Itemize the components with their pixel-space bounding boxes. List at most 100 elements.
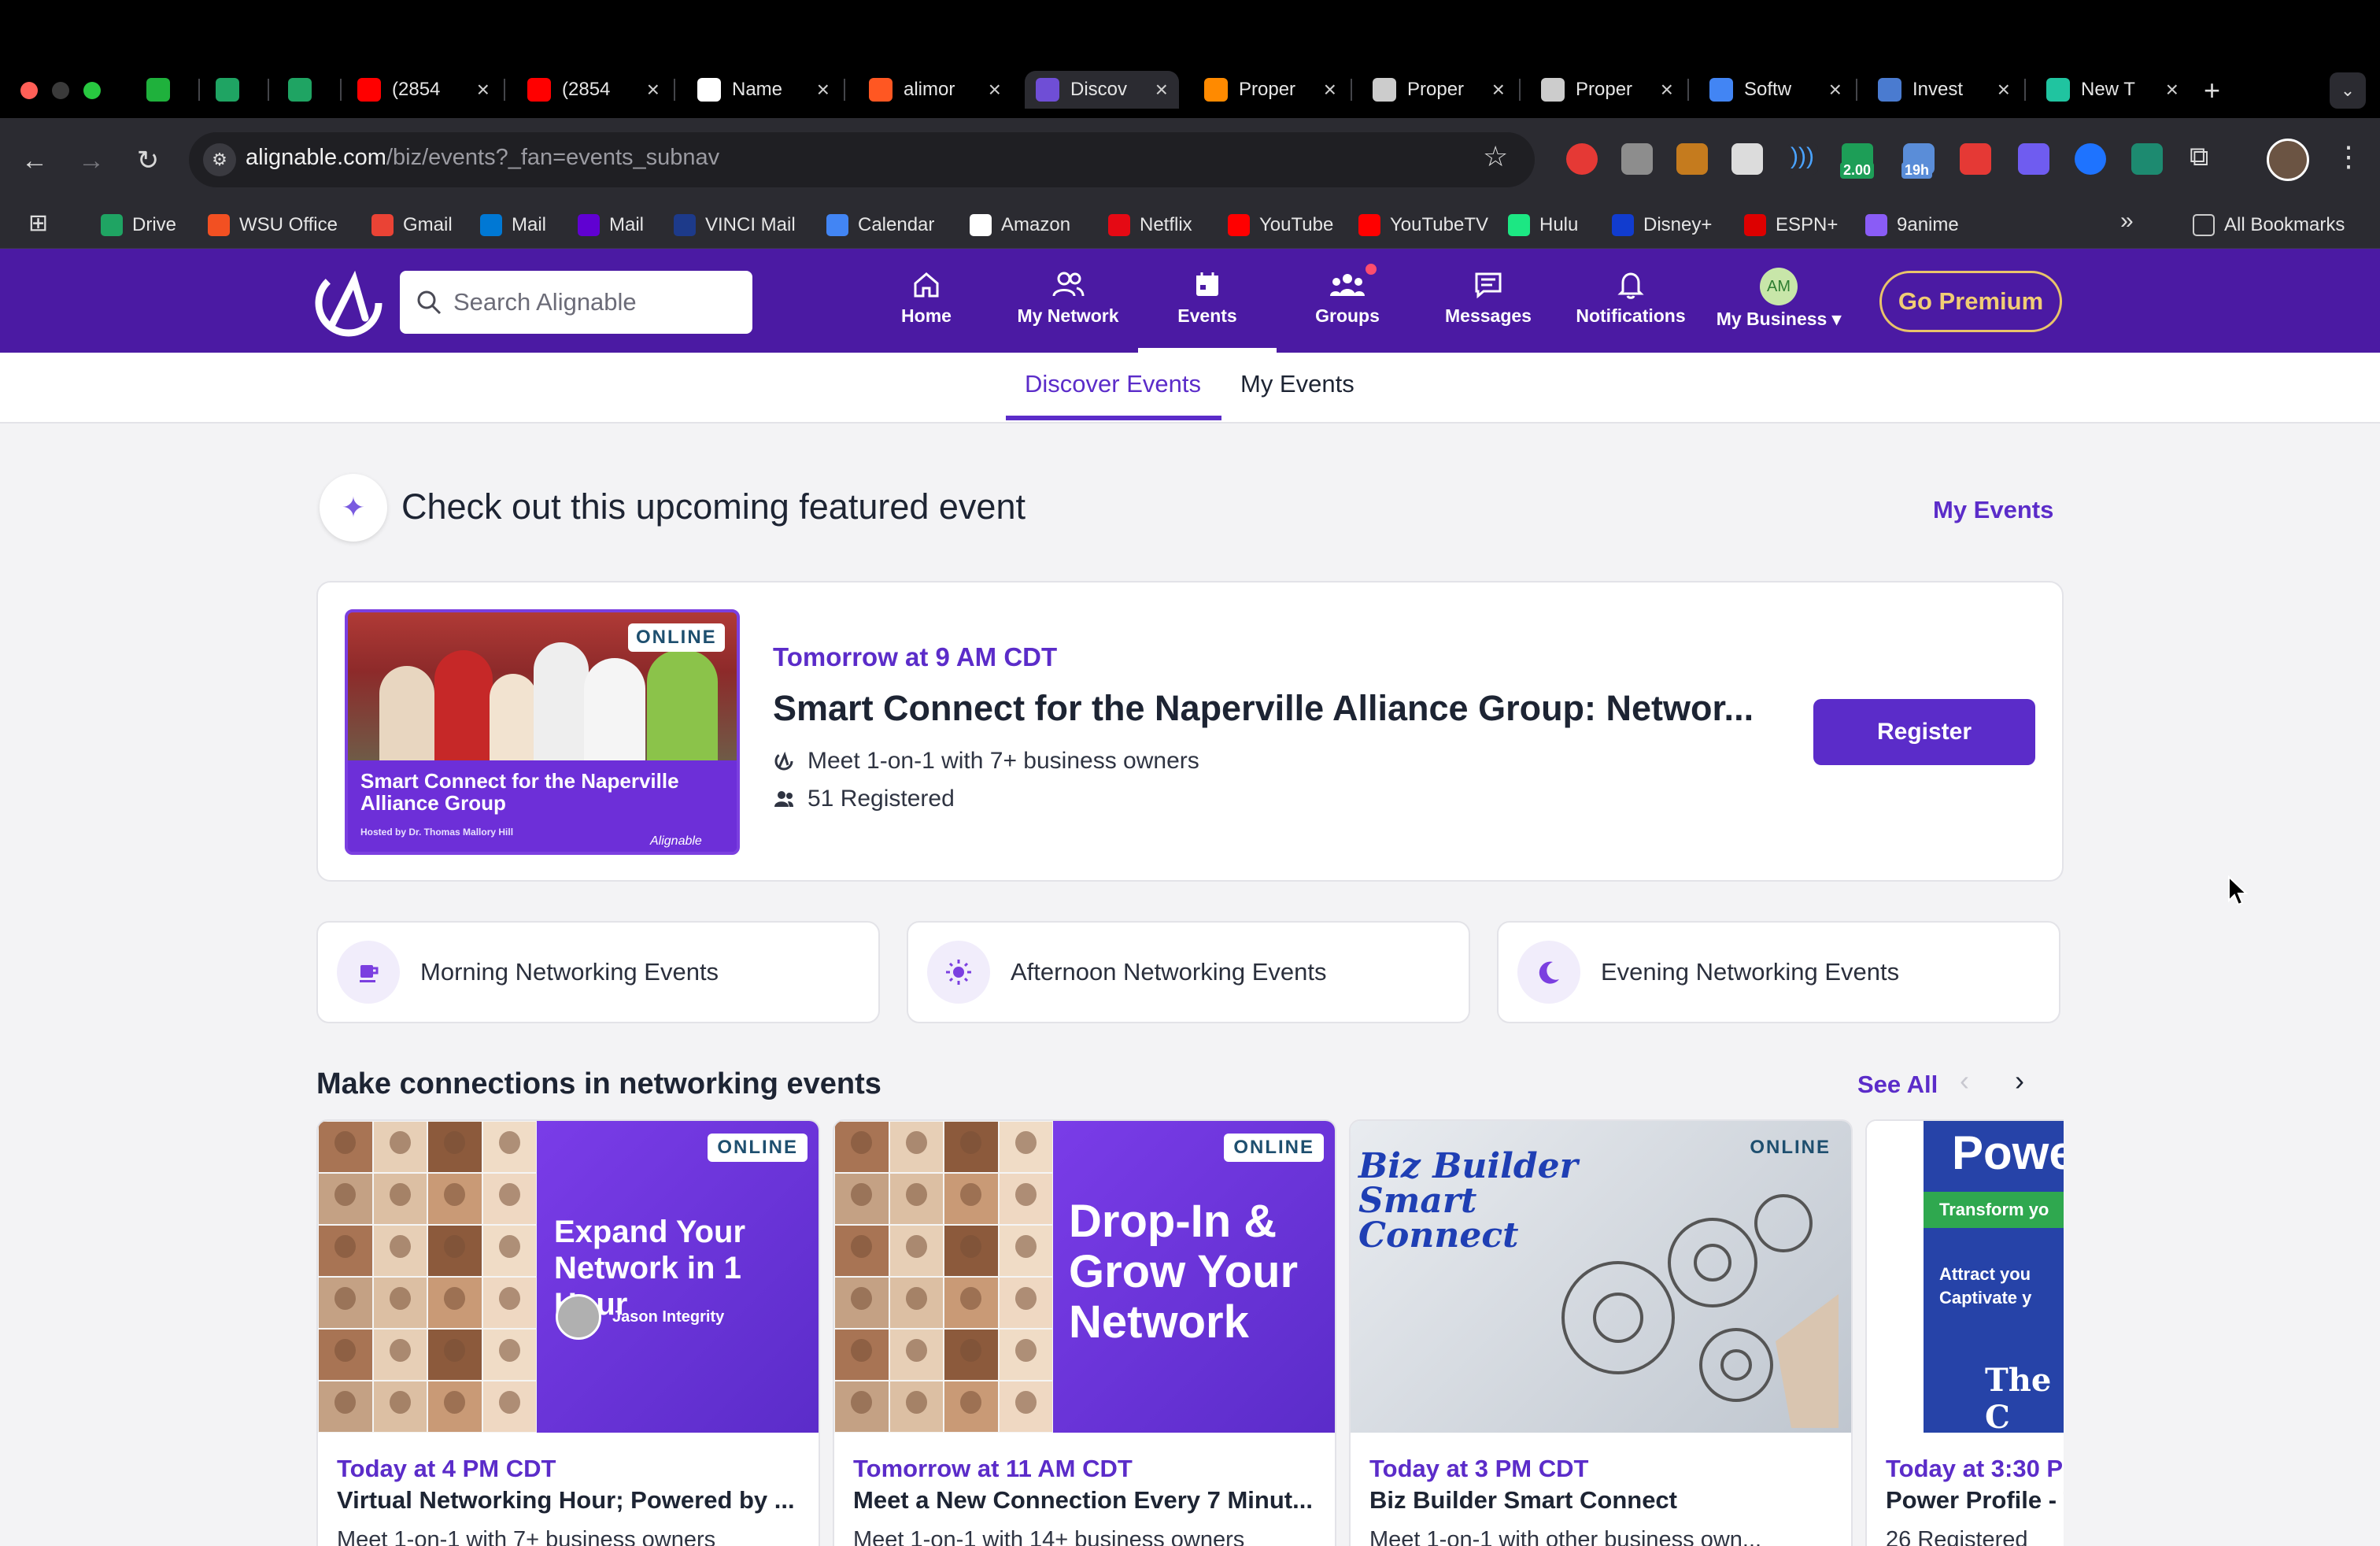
tab-close-icon[interactable]: ×: [1829, 77, 1842, 102]
browser-menu-icon[interactable]: ⋮: [2334, 140, 2363, 173]
tab-search-button[interactable]: ⌄: [2330, 72, 2366, 109]
event-name[interactable]: Biz Builder Smart Connect: [1369, 1486, 1842, 1515]
bookmark-item[interactable]: VINCI Mail: [674, 208, 796, 242]
extension-icon[interactable]: [2131, 143, 2163, 175]
bookmark-item[interactable]: YouTube: [1228, 208, 1333, 242]
browser-tab[interactable]: Proper ×: [1530, 71, 1684, 109]
search-icon: [417, 290, 442, 315]
nav-home[interactable]: Home: [894, 266, 959, 346]
bookmark-item[interactable]: Mail: [480, 208, 546, 242]
nav-messages[interactable]: Messages: [1445, 266, 1532, 346]
search-input[interactable]: Search Alignable: [400, 271, 752, 334]
forward-button[interactable]: →: [69, 139, 113, 183]
tab-close-icon[interactable]: ×: [989, 77, 1001, 102]
browser-tab[interactable]: Softw ×: [1698, 71, 1853, 109]
new-tab-button[interactable]: +: [2204, 74, 2220, 107]
featured-event-name[interactable]: Smart Connect for the Naperville Allianc…: [773, 688, 1780, 729]
browser-tab[interactable]: (2854 ×: [346, 71, 501, 109]
filter-morning-events[interactable]: Morning Networking Events: [316, 921, 880, 1023]
event-card[interactable]: Powe Transform yo Attract you Captivate …: [1865, 1119, 2064, 1546]
extension-icon[interactable]: [2018, 143, 2049, 175]
browser-tab[interactable]: (2854 ×: [516, 71, 671, 109]
browser-tab[interactable]: Name ×: [686, 71, 841, 109]
browser-tab[interactable]: alimor ×: [858, 71, 1012, 109]
nav-events[interactable]: Events: [1138, 266, 1277, 353]
filter-evening-events[interactable]: Evening Networking Events: [1497, 921, 2060, 1023]
carousel-prev-icon[interactable]: ‹: [1960, 1064, 1969, 1097]
bookmark-item[interactable]: Calendar: [826, 208, 934, 242]
bookmark-item[interactable]: Hulu: [1508, 208, 1578, 242]
tab-close-icon[interactable]: ×: [2166, 77, 2179, 102]
tab-close-icon[interactable]: ×: [817, 77, 830, 102]
browser-tab[interactable]: Invest ×: [1867, 71, 2021, 109]
nav-my-business[interactable]: AM My Business ▾: [1709, 266, 1848, 346]
tab-close-icon[interactable]: ×: [1324, 77, 1336, 102]
register-button[interactable]: Register: [1813, 699, 2035, 765]
bookmark-item[interactable]: WSU Office: [208, 208, 338, 242]
bookmark-item[interactable]: Disney+: [1612, 208, 1712, 242]
reload-button[interactable]: ↻: [126, 139, 170, 183]
filter-afternoon-events[interactable]: Afternoon Networking Events: [907, 921, 1470, 1023]
see-all-link[interactable]: See All: [1857, 1071, 1938, 1099]
extensions-puzzle-icon[interactable]: ⧉: [2190, 142, 2208, 172]
browser-tab[interactable]: [135, 71, 195, 109]
bookmark-star-icon[interactable]: ☆: [1483, 140, 1508, 173]
window-zoom-button[interactable]: [83, 82, 101, 99]
browser-tab[interactable]: Proper ×: [1362, 71, 1516, 109]
tab-close-icon[interactable]: ×: [647, 77, 660, 102]
carousel-next-icon[interactable]: ›: [2015, 1064, 2024, 1097]
profile-avatar[interactable]: [2267, 139, 2309, 181]
face-thumbnail: [889, 1277, 944, 1329]
back-button[interactable]: ←: [13, 139, 57, 183]
nav-notifications[interactable]: Notifications: [1574, 266, 1687, 346]
browser-tab[interactable]: New T ×: [2035, 71, 2190, 109]
event-name[interactable]: Virtual Networking Hour; Powered by ...: [337, 1486, 809, 1515]
bookmark-item[interactable]: Drive: [101, 208, 176, 242]
site-info-icon[interactable]: ⚙: [203, 143, 236, 176]
nav-groups[interactable]: Groups: [1315, 266, 1380, 346]
extension-icon[interactable]: [1676, 143, 1708, 175]
bookmark-item[interactable]: 9anime: [1865, 208, 1959, 242]
event-name[interactable]: Power Profile - T: [1886, 1486, 2064, 1515]
go-premium-button[interactable]: Go Premium: [1879, 271, 2062, 332]
browser-tab[interactable]: [277, 71, 337, 109]
extension-todoist-icon[interactable]: [1960, 143, 1991, 175]
window-close-button[interactable]: [20, 82, 38, 99]
extension-icon[interactable]: [1621, 143, 1653, 175]
tab-close-icon[interactable]: ×: [1661, 77, 1673, 102]
more-bookmarks-button[interactable]: »: [2120, 208, 2134, 235]
extension-icon[interactable]: [1731, 143, 1763, 175]
event-card[interactable]: Drop-In & Grow Your Network ONLINE Tomor…: [833, 1119, 1336, 1546]
apps-grid-icon[interactable]: ⊞: [28, 209, 48, 237]
window-minimize-button[interactable]: [52, 82, 69, 99]
bookmark-item[interactable]: Amazon: [970, 208, 1070, 242]
tab-close-icon[interactable]: ×: [1492, 77, 1505, 102]
tab-close-icon[interactable]: ×: [477, 77, 490, 102]
event-name[interactable]: Meet a New Connection Every 7 Minut...: [853, 1486, 1325, 1515]
extension-icon[interactable]: [2075, 143, 2106, 175]
browser-tab[interactable]: [205, 71, 264, 109]
browser-tab[interactable]: Proper ×: [1193, 71, 1347, 109]
bookmark-item[interactable]: YouTubeTV: [1358, 208, 1488, 242]
alignable-logo[interactable]: [315, 269, 382, 337]
tab-close-icon[interactable]: ×: [1998, 77, 2010, 102]
tab-close-icon[interactable]: ×: [1155, 77, 1168, 102]
my-events-link[interactable]: My Events: [1933, 496, 2053, 524]
extension-adblock-icon[interactable]: [1566, 143, 1598, 175]
extension-wave-icon[interactable]: ))): [1787, 143, 1818, 175]
browser-tab[interactable]: Discov ×: [1025, 71, 1179, 109]
event-card[interactable]: Biz Builder Smart Connect ONLINE Today a…: [1349, 1119, 1853, 1546]
bookmark-item[interactable]: ESPN+: [1744, 208, 1838, 242]
face-thumbnail: [944, 1225, 999, 1277]
bookmark-item[interactable]: Netflix: [1108, 208, 1192, 242]
tab-my-events[interactable]: My Events: [1240, 370, 1354, 398]
bookmark-item[interactable]: Mail: [578, 208, 644, 242]
tab-discover-events[interactable]: Discover Events: [1025, 370, 1201, 398]
bookmark-favicon-icon: [1228, 214, 1250, 236]
event-card[interactable]: Expand Your Network in 1 Hour Jason Inte…: [316, 1119, 820, 1546]
url-text[interactable]: alignable.com/biz/events?_fan=events_sub…: [246, 145, 719, 171]
all-bookmarks-button[interactable]: All Bookmarks: [2193, 208, 2345, 242]
nav-my-network[interactable]: My Network: [1011, 266, 1125, 346]
bookmark-item[interactable]: Gmail: [371, 208, 453, 242]
featured-event-image[interactable]: Smart Connect for the Naperville Allianc…: [345, 609, 740, 855]
